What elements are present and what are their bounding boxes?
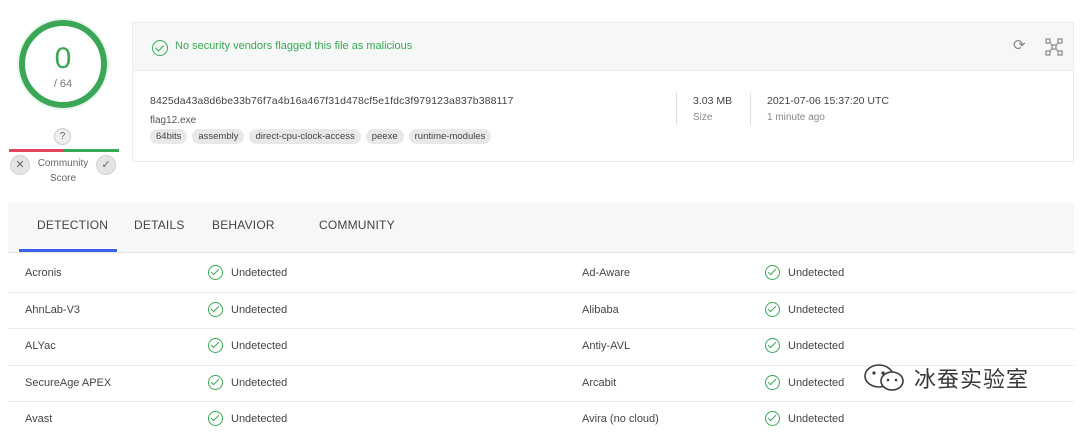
check-circle-icon	[208, 374, 223, 390]
tag-chip[interactable]: direct-cpu-clock-access	[249, 129, 361, 144]
detection-result: Undetected	[765, 374, 844, 390]
vendor-name: SecureAge APEX	[25, 376, 112, 389]
vendor-name: Arcabit	[582, 376, 617, 389]
check-circle-icon	[765, 411, 780, 426]
verdict-banner: No security vendors flagged this file as…	[133, 23, 1073, 71]
detection-result: Undetected	[765, 338, 844, 353]
check-circle-icon	[765, 374, 780, 390]
vendor-name: AhnLab-V3	[25, 303, 81, 316]
detection-result: Undetected	[208, 411, 287, 426]
file-summary-card: No security vendors flagged this file as…	[132, 22, 1074, 162]
vendor-name: Antiy-AVL	[582, 340, 631, 352]
file-size-label: Size	[693, 112, 713, 123]
tag-chip[interactable]: peexe	[365, 129, 404, 144]
check-circle-icon	[208, 301, 223, 317]
check-circle-icon	[208, 338, 223, 353]
detection-result: Undetected	[208, 374, 287, 390]
check-circle-icon	[208, 411, 223, 426]
vendor-name: Alibaba	[582, 303, 619, 316]
detection-result: Undetected	[208, 301, 287, 317]
check-circle-icon	[765, 301, 780, 317]
detection-table: Acronis Undetected Ad-Aware Undetected A…	[8, 256, 1074, 432]
table-row: Acronis Undetected Ad-Aware Undetected	[8, 256, 1074, 293]
watermark-text: 冰蚕实验室	[914, 367, 1030, 392]
watermark: 冰蚕实验室	[862, 362, 1029, 394]
tag-chip[interactable]: assembly	[192, 129, 245, 144]
vendor-name: Acronis	[25, 267, 62, 279]
check-circle-icon	[208, 265, 223, 280]
file-name: flag12.exe	[150, 115, 197, 126]
detection-count: 0	[54, 42, 72, 75]
tag-chip[interactable]: runtime-modules	[408, 129, 492, 144]
tab-detection[interactable]: DETECTION	[37, 218, 108, 232]
tag-list: 64bits assembly direct-cpu-clock-access …	[150, 129, 492, 144]
check-circle-icon	[765, 338, 780, 353]
tab-community[interactable]: COMMUNITY	[319, 218, 395, 232]
check-circle-icon	[765, 265, 780, 280]
divider	[750, 93, 751, 125]
table-row: AhnLab-V3 Undetected Alibaba Undetected	[8, 293, 1074, 329]
tab-details[interactable]: DETAILS	[134, 218, 185, 232]
divider	[676, 93, 677, 125]
tab-behavior[interactable]: BEHAVIOR	[212, 218, 275, 232]
detection-score-ring: 0 / 64	[19, 20, 107, 108]
vendor-name: ALYac	[25, 340, 56, 352]
verdict-message: No security vendors flagged this file as…	[175, 40, 413, 52]
table-row: Avast Undetected Avira (no cloud) Undete…	[8, 402, 1074, 432]
table-row: ALYac Undetected Antiy-AVL Undetected	[8, 329, 1074, 366]
community-score-value: ?	[54, 128, 71, 145]
active-tab-indicator	[19, 249, 117, 252]
vendor-name: Ad-Aware	[582, 267, 631, 279]
detection-result: Undetected	[765, 301, 844, 317]
report-tabs: DETECTION DETAILS BEHAVIOR COMMUNITY	[8, 203, 1074, 253]
community-score-label: Community Score	[37, 158, 89, 184]
check-circle-icon	[152, 40, 168, 56]
upvote-button[interactable]: ✓	[96, 155, 116, 175]
vendor-name: Avast	[25, 413, 53, 425]
vendor-name: Avira (no cloud)	[582, 413, 659, 425]
community-score-bar	[9, 149, 119, 152]
detection-result: Undetected	[208, 338, 287, 353]
reanalyze-icon[interactable]: ⟳	[1013, 38, 1029, 54]
file-hash[interactable]: 8425da43a8d6be33b76f7a4b16a467f31d478cf5…	[150, 95, 514, 107]
score-panel: 0 / 64 ? ✕ Community Score ✓	[0, 0, 125, 195]
tag-chip[interactable]: 64bits	[150, 129, 188, 144]
file-size: 3.03 MB	[693, 95, 733, 107]
detection-result: Undetected	[208, 265, 287, 280]
analysis-relative-time: 1 minute ago	[767, 112, 825, 123]
downvote-button[interactable]: ✕	[10, 155, 30, 175]
wechat-icon	[864, 364, 904, 391]
detection-result: Undetected	[765, 411, 844, 426]
detection-result: Undetected	[765, 265, 844, 280]
engine-total: / 64	[53, 78, 73, 90]
analysis-date: 2021-07-06 15:37:20 UTC	[767, 95, 889, 107]
graph-icon[interactable]	[1045, 38, 1063, 56]
